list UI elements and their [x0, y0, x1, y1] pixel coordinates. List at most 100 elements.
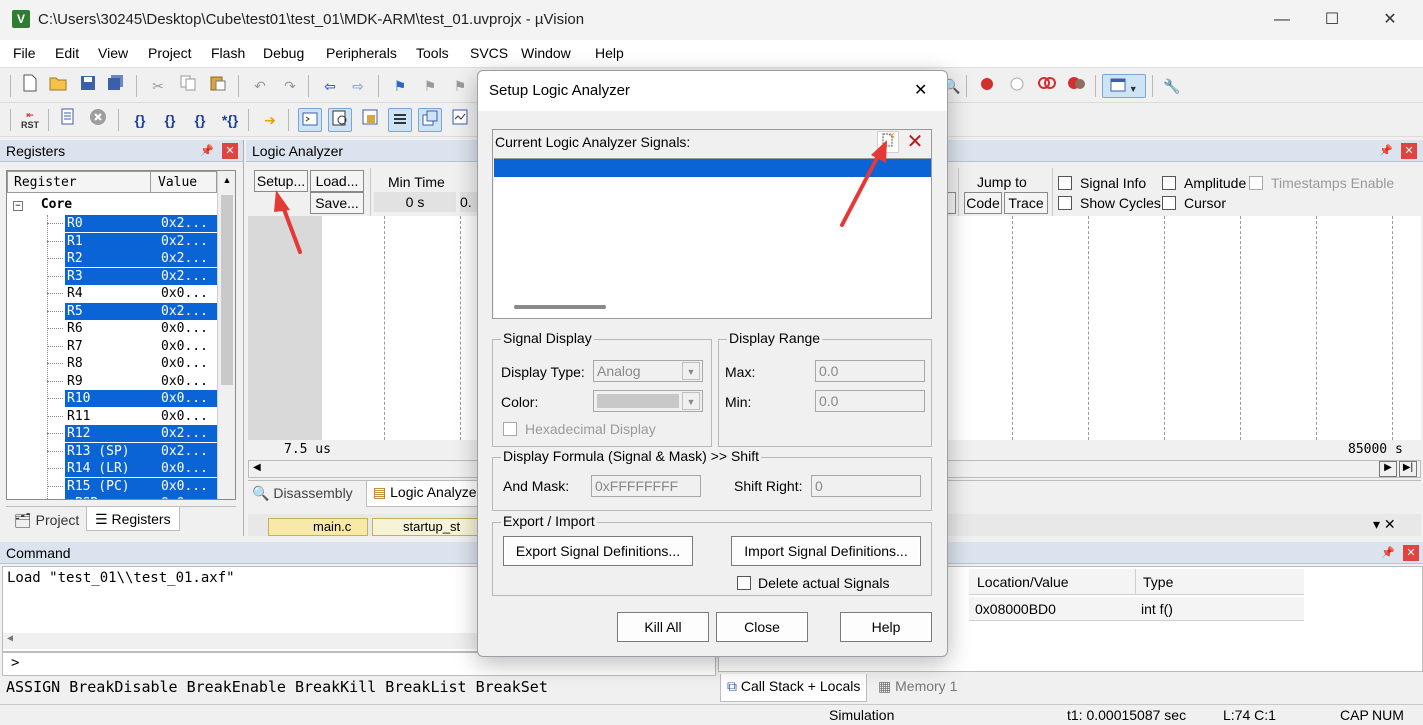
- reset-icon[interactable]: ⇤ RST: [18, 108, 42, 132]
- copy-icon[interactable]: [176, 74, 200, 98]
- close-panel-icon[interactable]: ✕: [222, 143, 238, 159]
- menu-peripherals[interactable]: Peripherals: [326, 45, 397, 61]
- delete-signals-checkbox[interactable]: [737, 576, 751, 590]
- maximize-button[interactable]: ☐: [1312, 6, 1352, 34]
- save-icon[interactable]: [76, 74, 100, 98]
- col-type[interactable]: Type: [1143, 574, 1173, 590]
- undo-icon[interactable]: ↶: [248, 74, 272, 98]
- watch-window-icon[interactable]: [448, 108, 472, 132]
- call-stack-window-icon[interactable]: [418, 108, 442, 132]
- bookmark-icon[interactable]: ⚑: [388, 74, 412, 98]
- tab-project[interactable]: 🗂 Project: [8, 509, 85, 531]
- col-location[interactable]: Location/Value: [977, 574, 1069, 590]
- pin-icon[interactable]: 📌: [1381, 546, 1395, 560]
- signal-info-checkbox[interactable]: [1058, 176, 1072, 190]
- menu-svcs[interactable]: SVCS: [470, 45, 508, 61]
- close-button[interactable]: Close: [716, 612, 808, 642]
- delete-signal-icon[interactable]: ✕: [903, 131, 927, 153]
- signals-list[interactable]: [494, 158, 931, 318]
- show-cycles-checkbox[interactable]: [1058, 196, 1072, 210]
- amplitude-checkbox[interactable]: [1162, 176, 1176, 190]
- tab-disassembly[interactable]: 🔍 Disassembly: [252, 485, 353, 502]
- hexadecimal-checkbox[interactable]: [503, 422, 517, 436]
- tab-logic-analyzer[interactable]: ▤ Logic Analyze: [366, 481, 484, 507]
- tab-memory[interactable]: ▦ Memory 1: [878, 678, 957, 695]
- color-select[interactable]: ▼: [593, 390, 703, 412]
- disable-all-breakpoints-icon[interactable]: [1035, 74, 1059, 98]
- save-button[interactable]: Save...: [310, 192, 364, 214]
- and-mask-field[interactable]: 0xFFFFFFFF: [591, 475, 701, 497]
- close-panel-icon[interactable]: ✕: [1403, 545, 1419, 561]
- menu-view[interactable]: View: [98, 45, 128, 61]
- help-button[interactable]: Help: [840, 612, 932, 642]
- menu-help[interactable]: Help: [595, 45, 624, 61]
- symbols-window-icon[interactable]: [358, 108, 382, 132]
- navigate-forward-icon[interactable]: ⇨: [346, 74, 370, 98]
- minimize-button[interactable]: —: [1262, 6, 1302, 34]
- stop-icon[interactable]: [86, 108, 110, 132]
- prev-bookmark-icon[interactable]: ⚑: [418, 74, 442, 98]
- col-register[interactable]: Register: [14, 175, 77, 190]
- run-to-cursor-icon[interactable]: *{}: [218, 108, 242, 132]
- open-folder-icon[interactable]: [46, 74, 70, 98]
- wrench-icon[interactable]: 🔧: [1160, 74, 1184, 98]
- import-signals-button[interactable]: Import Signal Definitions...: [731, 536, 921, 566]
- new-file-icon[interactable]: [18, 74, 42, 98]
- callstack-row[interactable]: 0x08000BD0 int f(): [969, 597, 1304, 621]
- registers-scrollbar[interactable]: ▲: [217, 171, 235, 499]
- navigate-back-icon[interactable]: ⇦: [318, 74, 342, 98]
- kill-all-breakpoints-icon[interactable]: [1065, 74, 1089, 98]
- code-button[interactable]: Code: [964, 192, 1002, 214]
- close-panel-icon[interactable]: ✕: [1401, 143, 1417, 159]
- paste-icon[interactable]: [206, 74, 230, 98]
- pin-icon[interactable]: 📌: [1379, 144, 1393, 158]
- file-tab-startup[interactable]: startup_st: [372, 518, 482, 536]
- tab-list-icon[interactable]: ▾ ✕: [1373, 516, 1396, 533]
- min-field[interactable]: 0.0: [815, 390, 925, 412]
- cut-icon[interactable]: ✂: [146, 74, 170, 98]
- menu-window[interactable]: Window: [521, 45, 571, 61]
- menu-debug[interactable]: Debug: [263, 45, 304, 61]
- menu-edit[interactable]: Edit: [55, 45, 79, 61]
- window-layout-dropdown[interactable]: ▼: [1102, 74, 1146, 98]
- dialog-close-button[interactable]: ✕: [914, 80, 927, 100]
- file-tab-main[interactable]: main.c: [268, 518, 368, 536]
- timestamps-checkbox[interactable]: [1249, 176, 1263, 190]
- save-all-icon[interactable]: [104, 74, 128, 98]
- tab-call-stack[interactable]: ⧉ Call Stack + Locals: [720, 674, 868, 702]
- close-window-button[interactable]: ✕: [1370, 6, 1410, 34]
- display-type-select[interactable]: Analog ▼: [593, 360, 703, 382]
- new-signal-icon[interactable]: [877, 131, 899, 153]
- disable-breakpoint-icon[interactable]: [1005, 74, 1029, 98]
- load-button[interactable]: Load...: [310, 170, 364, 192]
- menu-tools[interactable]: Tools: [416, 45, 449, 61]
- shift-right-field[interactable]: 0: [811, 475, 921, 497]
- step-over-icon[interactable]: {}: [158, 108, 182, 132]
- command-window-icon[interactable]: [298, 108, 322, 132]
- menu-file[interactable]: File: [13, 45, 36, 61]
- menu-flash[interactable]: Flash: [211, 45, 245, 61]
- signals-list-scrollbar[interactable]: [514, 305, 606, 309]
- disassembly-window-icon[interactable]: [328, 108, 352, 132]
- show-next-statement-icon[interactable]: ➔: [258, 108, 282, 132]
- menu-project[interactable]: Project: [148, 45, 192, 61]
- cursor-checkbox[interactable]: [1162, 196, 1176, 210]
- next-bookmark-icon[interactable]: ⚑: [448, 74, 472, 98]
- setup-button[interactable]: Setup...: [254, 170, 308, 192]
- tab-registers[interactable]: ☰ Registers: [86, 507, 180, 531]
- col-value[interactable]: Value: [158, 175, 197, 190]
- registers-tree[interactable]: Register Value ▲ − Core R0 0x2... R1 0x2...…: [6, 170, 236, 500]
- export-signals-button[interactable]: Export Signal Definitions...: [503, 536, 693, 566]
- step-into-icon[interactable]: {}: [128, 108, 152, 132]
- run-icon[interactable]: [56, 108, 80, 132]
- max-field[interactable]: 0.0: [815, 360, 925, 382]
- step-out-icon[interactable]: {}: [188, 108, 212, 132]
- kill-all-button[interactable]: Kill All: [617, 612, 709, 642]
- trace-button[interactable]: Trace: [1004, 192, 1048, 214]
- signals-list-selected-row[interactable]: [494, 159, 931, 177]
- core-group[interactable]: − Core: [13, 197, 72, 212]
- registers-window-icon[interactable]: [388, 108, 412, 132]
- redo-icon[interactable]: ↷: [278, 74, 302, 98]
- breakpoint-icon[interactable]: [975, 74, 999, 98]
- pin-icon[interactable]: 📌: [200, 144, 214, 158]
